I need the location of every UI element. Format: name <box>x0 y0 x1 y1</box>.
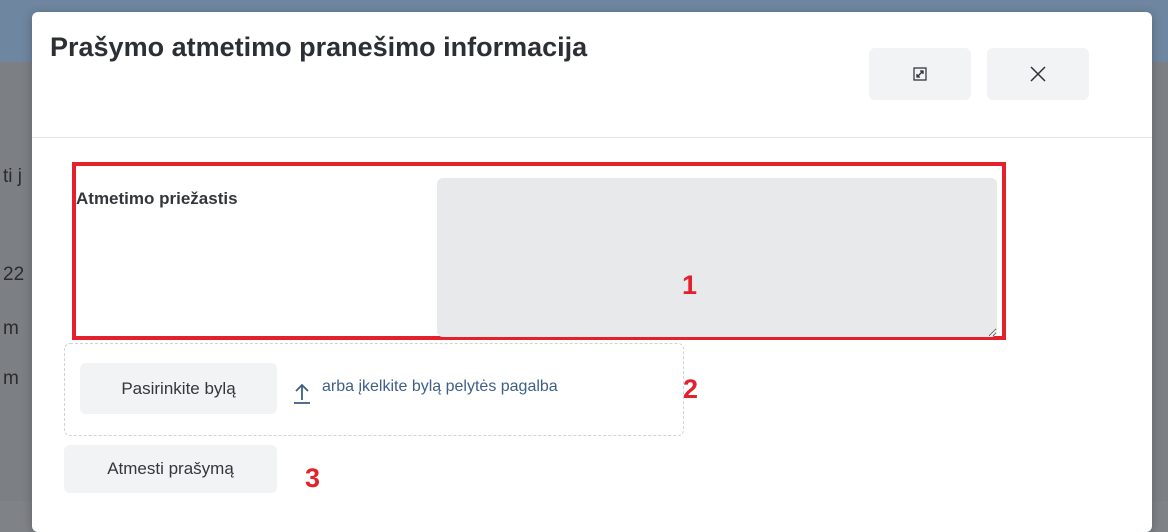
drop-zone-text[interactable]: arba įkelkite bylą pelytės pagalba <box>322 378 558 396</box>
background-text-fragment: ti j <box>3 166 22 187</box>
background-text-fragment: m <box>3 318 19 339</box>
expand-icon <box>913 67 927 81</box>
expand-button[interactable] <box>869 48 971 100</box>
background-text-fragment: m <box>3 368 19 389</box>
reason-textarea[interactable] <box>437 178 997 337</box>
dialog-title: Prašymo atmetimo pranešimo informacija <box>50 32 588 62</box>
annotation-number-3: 3 <box>305 463 321 493</box>
annotation-number-2: 2 <box>683 374 699 404</box>
close-button[interactable] <box>987 48 1089 100</box>
upload-icon <box>294 383 310 404</box>
close-icon <box>1030 66 1046 82</box>
annotation-number-1: 1 <box>682 270 698 300</box>
choose-file-button[interactable]: Pasirinkite bylą <box>80 363 277 414</box>
background-text-fragment: 22 <box>3 264 25 285</box>
dialog-header: Prašymo atmetimo pranešimo informacija <box>32 12 1152 138</box>
reject-request-button[interactable]: Atmesti prašymą <box>64 445 277 493</box>
rejection-dialog: Prašymo atmetimo pranešimo informacija A… <box>32 12 1152 532</box>
reason-label: Atmetimo priežastis <box>76 189 238 208</box>
